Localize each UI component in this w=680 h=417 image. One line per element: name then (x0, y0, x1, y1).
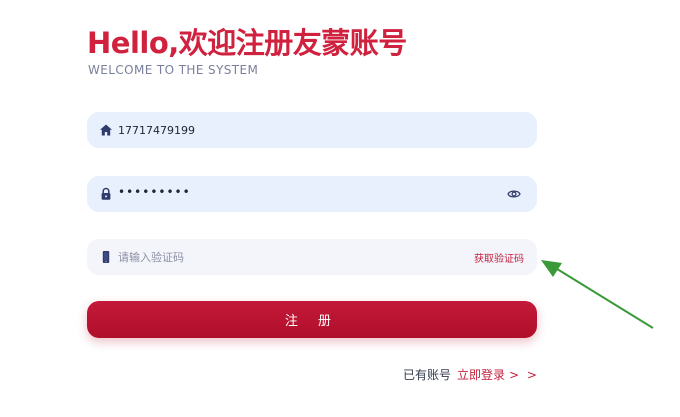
have-account-text: 已有账号 (403, 368, 452, 382)
password-value: ••••••••• (118, 185, 191, 199)
password-field[interactable]: ••••••••• (87, 176, 537, 212)
eye-icon[interactable] (507, 187, 521, 201)
login-prompt: 已有账号 立即登录 > > (403, 366, 539, 383)
lock-icon (99, 187, 113, 201)
home-icon (99, 123, 113, 137)
annotation-arrow-icon (541, 260, 654, 329)
login-link[interactable]: 立即登录 (457, 368, 505, 382)
phone-icon (99, 250, 113, 264)
username-field[interactable]: 17717479199 (87, 112, 537, 148)
login-arrows[interactable]: > > (509, 368, 539, 382)
register-button[interactable]: 注 册 (87, 301, 537, 338)
get-code-button[interactable]: 获取验证码 (474, 250, 524, 265)
verification-code-field[interactable]: 请输入验证码 获取验证码 (87, 239, 537, 275)
page-subtitle: WELCOME TO THE SYSTEM (88, 63, 259, 77)
verification-code-placeholder: 请输入验证码 (118, 251, 184, 264)
page-title: Hello,欢迎注册友蒙账号 (87, 26, 407, 60)
username-value: 17717479199 (118, 123, 195, 137)
